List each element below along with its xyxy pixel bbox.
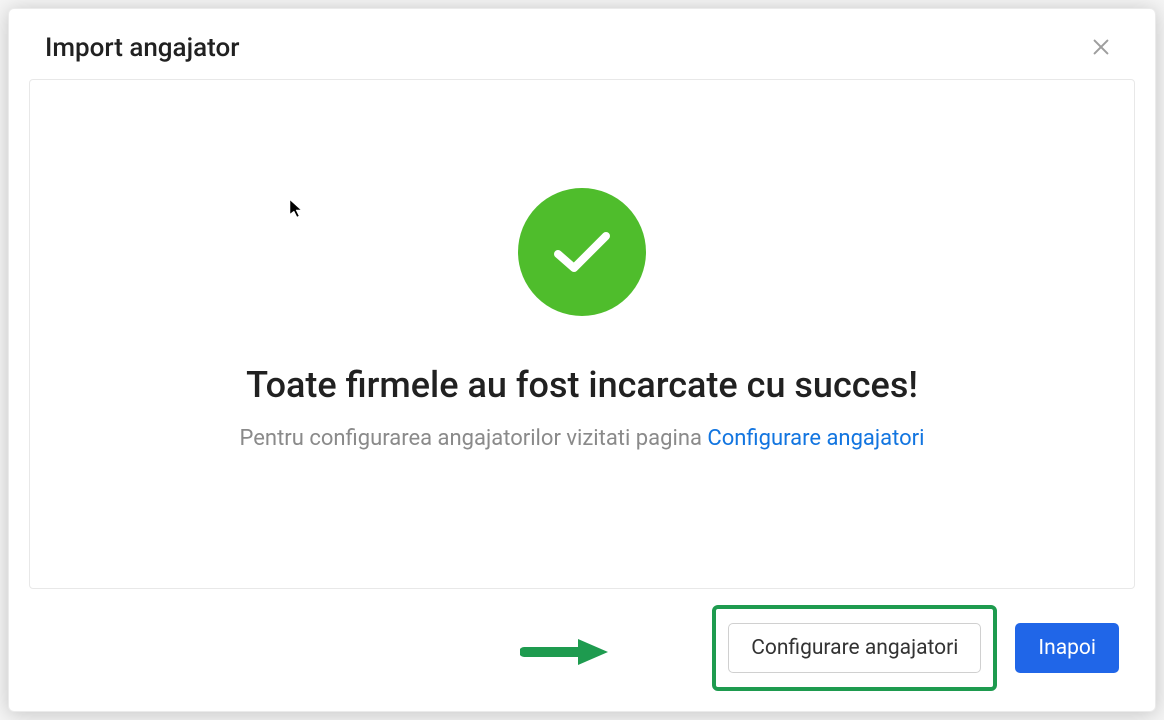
subtext-prefix: Pentru configurarea angajatorilor vizita…	[240, 426, 708, 451]
configure-employers-button[interactable]: Configurare angajatori	[728, 623, 981, 673]
configure-employers-link[interactable]: Configurare angajatori	[707, 426, 924, 451]
checkmark-icon	[552, 228, 612, 276]
modal-header: Import angajator	[9, 9, 1155, 79]
modal-footer: Configurare angajatori Inapoi	[9, 589, 1155, 711]
modal-title: Import angajator	[45, 33, 239, 63]
close-button[interactable]	[1087, 33, 1115, 61]
success-panel: Toate firmele au fost incarcate cu succe…	[29, 79, 1135, 589]
success-subtext: Pentru configurarea angajatorilor vizita…	[240, 426, 925, 451]
tutorial-highlight-box: Configurare angajatori	[712, 605, 997, 691]
success-heading: Toate firmele au fost incarcate cu succe…	[246, 364, 918, 406]
success-icon-circle	[518, 188, 646, 316]
back-button[interactable]: Inapoi	[1015, 623, 1119, 673]
modal-body: Toate firmele au fost incarcate cu succe…	[9, 79, 1155, 589]
close-icon	[1090, 36, 1112, 58]
import-employer-modal: Import angajator Toate firmele au fost i…	[8, 8, 1156, 712]
